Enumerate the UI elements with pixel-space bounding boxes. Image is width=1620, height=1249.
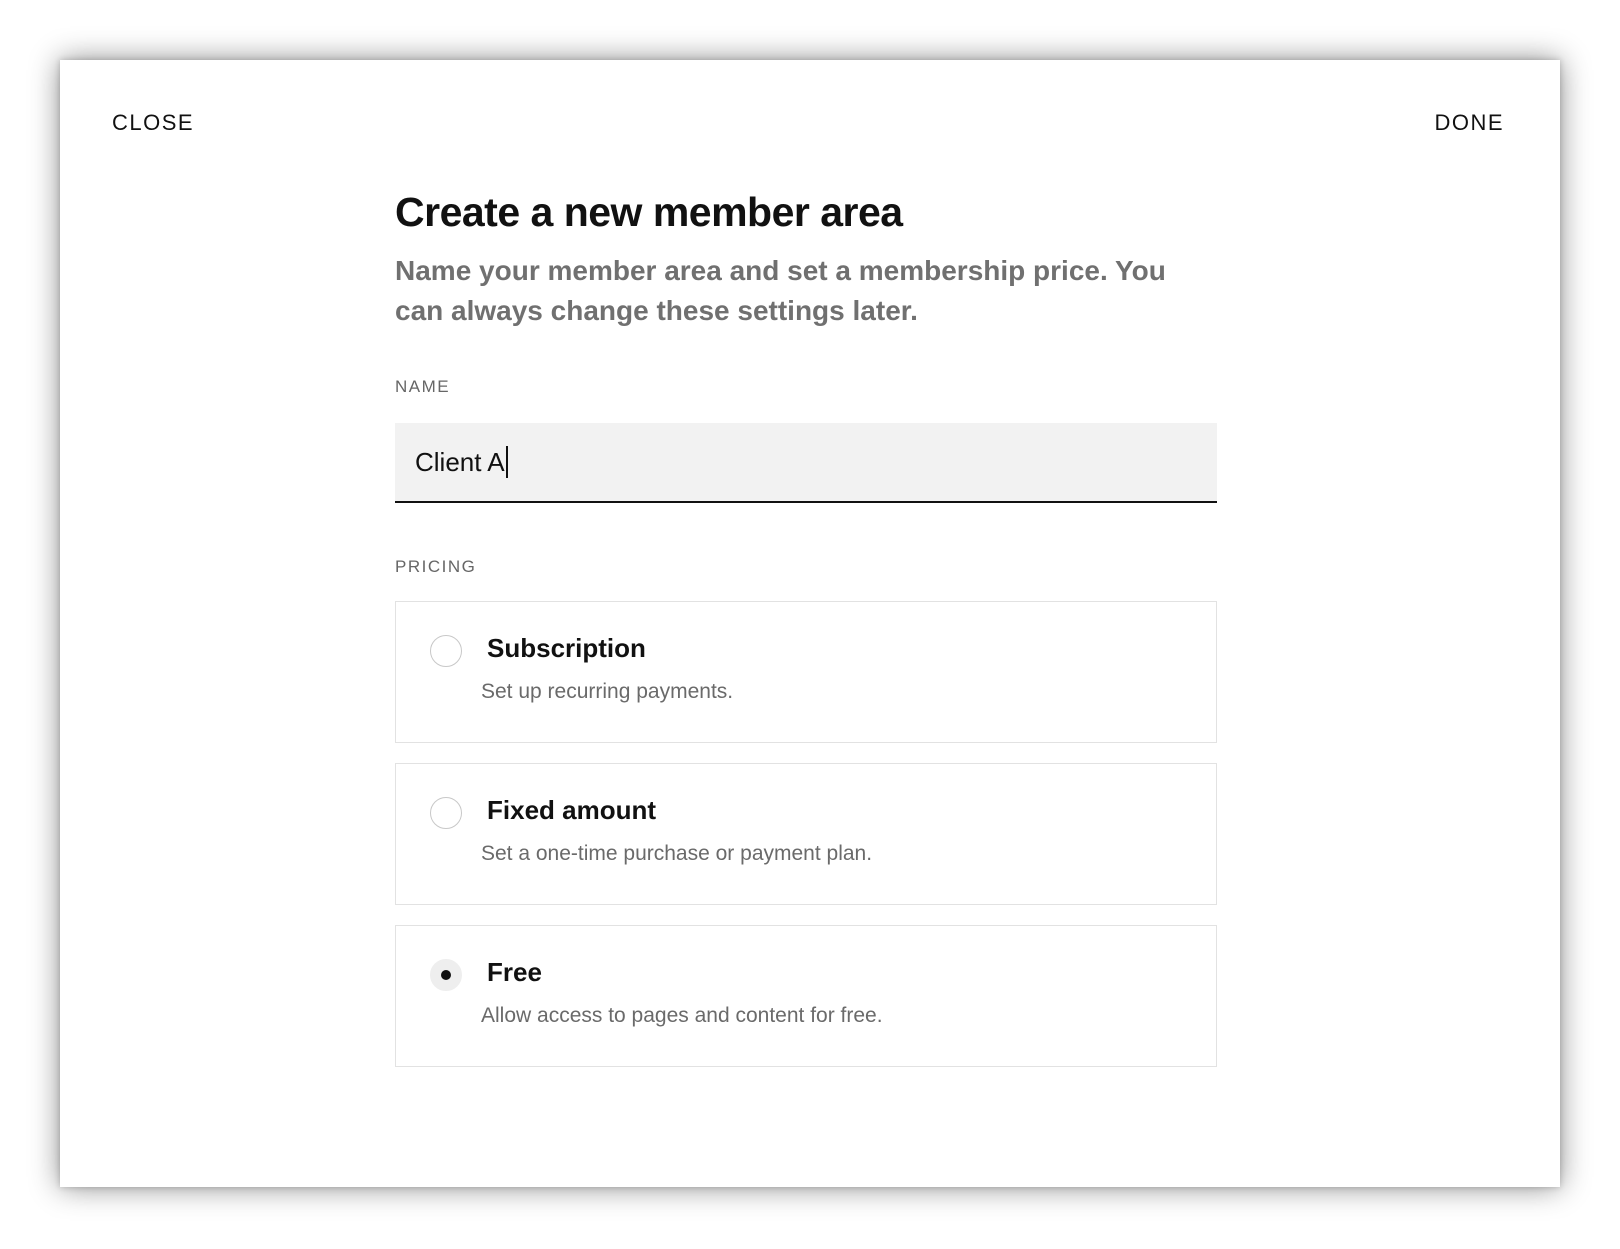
close-button[interactable]: CLOSE bbox=[112, 110, 194, 136]
option-description: Set a one-time purchase or payment plan. bbox=[481, 842, 873, 866]
subscription-radio[interactable] bbox=[430, 635, 462, 668]
done-button[interactable]: DONE bbox=[1434, 110, 1504, 136]
pricing-label: PRICING bbox=[395, 557, 477, 577]
name-input-value: Client A bbox=[415, 446, 505, 477]
pricing-option-subscription[interactable]: Subscription Set up recurring payments. bbox=[395, 601, 1217, 744]
fixed-amount-radio[interactable] bbox=[430, 797, 462, 830]
free-radio[interactable] bbox=[430, 959, 462, 992]
name-input[interactable]: Client A bbox=[395, 423, 1217, 504]
form-content: Create a new member area Name your membe… bbox=[395, 188, 1217, 1087]
option-description: Allow access to pages and content for fr… bbox=[481, 1004, 883, 1028]
option-title: Subscription bbox=[487, 633, 646, 664]
option-description: Set up recurring payments. bbox=[481, 680, 734, 704]
page-title: Create a new member area bbox=[395, 189, 903, 235]
pricing-option-fixed-amount[interactable]: Fixed amount Set a one-time purchase or … bbox=[395, 763, 1217, 906]
option-title: Fixed amount bbox=[487, 795, 657, 826]
page-subtitle: Name your member area and set a membersh… bbox=[395, 255, 1166, 327]
pricing-options: Subscription Set up recurring payments. … bbox=[395, 601, 1217, 1068]
text-cursor bbox=[505, 446, 508, 479]
option-title: Free bbox=[487, 957, 542, 988]
create-member-area-dialog: CLOSE DONE Create a new member area Name… bbox=[60, 60, 1560, 1187]
name-label: NAME bbox=[395, 377, 451, 397]
pricing-option-free[interactable]: Free Allow access to pages and content f… bbox=[395, 925, 1217, 1068]
